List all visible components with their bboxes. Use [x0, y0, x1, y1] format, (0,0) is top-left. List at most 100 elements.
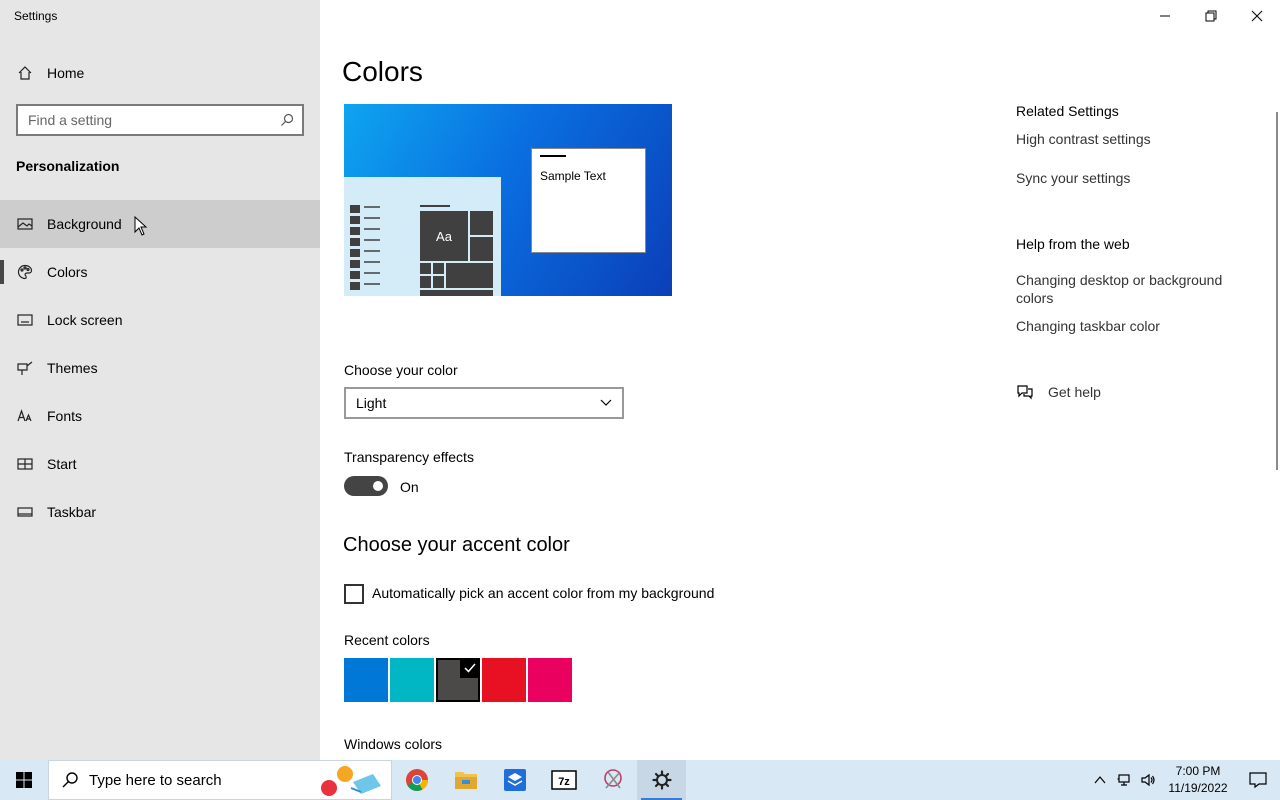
start-button[interactable] — [0, 760, 48, 800]
picture-icon — [16, 215, 34, 233]
get-help-link[interactable]: Get help — [1016, 383, 1101, 401]
toggle-knob — [373, 481, 383, 491]
network-icon — [1117, 774, 1130, 786]
color-swatch-teal[interactable] — [390, 658, 434, 702]
close-icon — [1251, 10, 1263, 22]
notification-icon — [1249, 772, 1267, 789]
transparency-label: Transparency effects — [344, 449, 474, 465]
sidebar-item-label: Background — [47, 216, 122, 232]
preview-tile — [433, 263, 444, 274]
settings-app[interactable] — [637, 760, 686, 800]
color-preview: Aa Sample Text — [344, 104, 672, 296]
choose-color-label: Choose your color — [344, 362, 458, 378]
speaker-icon — [1141, 773, 1155, 787]
preview-tile-text: Aa — [436, 228, 452, 244]
palette-icon — [16, 263, 34, 281]
snipping-tool-app[interactable] — [588, 760, 637, 800]
preview-tile — [420, 263, 431, 274]
preview-tile — [446, 263, 493, 288]
preview-tile — [433, 276, 444, 288]
7zip-icon: 7z — [550, 770, 577, 790]
windows-colors-label: Windows colors — [344, 736, 443, 752]
find-setting-input[interactable] — [18, 112, 268, 128]
sidebar-item-label: Start — [47, 456, 77, 472]
home-icon — [16, 64, 34, 82]
checkmark-icon — [460, 658, 480, 678]
taskbar-search-input[interactable] — [89, 771, 319, 789]
sidebar-item-colors[interactable]: Colors — [0, 248, 320, 296]
volume-button[interactable] — [1136, 760, 1160, 800]
clock-time: 7:00 PM — [1175, 764, 1221, 778]
sidebar-item-lock-screen[interactable]: Lock screen — [0, 296, 320, 344]
brush-icon — [16, 359, 34, 377]
high-contrast-link[interactable]: High contrast settings — [1016, 130, 1256, 148]
file-explorer-icon — [454, 772, 477, 789]
sidebar-item-taskbar[interactable]: Taskbar — [0, 488, 320, 536]
show-hidden-icons-button[interactable] — [1088, 760, 1112, 800]
search-icon — [62, 772, 78, 788]
minimize-button[interactable] — [1142, 0, 1188, 32]
window-controls — [1142, 0, 1280, 32]
get-help-label: Get help — [1048, 384, 1101, 400]
get-help-icon — [1017, 385, 1033, 400]
changing-background-colors-link[interactable]: Changing desktop or background colors — [1016, 271, 1256, 307]
clock[interactable]: 7:00 PM 11/19/2022 — [1160, 763, 1236, 797]
stack-app[interactable] — [490, 760, 539, 800]
lock-screen-icon — [16, 311, 34, 329]
colors-page: Colors Aa Sample Text Choose your color … — [320, 0, 1280, 760]
chevron-down-icon — [600, 399, 612, 406]
taskbar: 7z 7:00 PM 11/19/2022 — [0, 760, 1280, 800]
search-icon[interactable] — [280, 113, 294, 127]
preview-sample-window: Sample Text — [531, 148, 646, 253]
home-label: Home — [47, 65, 85, 81]
restore-button[interactable] — [1188, 0, 1234, 32]
sidebar-item-background[interactable]: Background — [0, 200, 320, 248]
preview-tile — [470, 237, 493, 261]
color-swatch-red[interactable] — [482, 658, 526, 702]
mouse-pointer-icon — [134, 216, 148, 236]
chrome-app[interactable] — [392, 760, 441, 800]
preview-title-bar — [540, 155, 566, 157]
action-center-button[interactable] — [1236, 760, 1280, 800]
font-icon — [16, 407, 34, 425]
transparency-toggle[interactable] — [344, 476, 388, 496]
restore-icon — [1205, 10, 1217, 22]
sidebar-item-label: Themes — [47, 360, 98, 376]
close-button[interactable] — [1234, 0, 1280, 32]
scrollbar[interactable] — [1276, 112, 1278, 470]
sidebar-item-label: Taskbar — [47, 504, 97, 520]
network-button[interactable] — [1112, 760, 1136, 800]
find-setting-search[interactable] — [16, 104, 304, 136]
sidebar-item-themes[interactable]: Themes — [0, 344, 320, 392]
changing-taskbar-color-link[interactable]: Changing taskbar color — [1016, 317, 1256, 335]
auto-accent-label[interactable]: Automatically pick an accent color from … — [372, 585, 714, 601]
color-swatch-gray-selected[interactable] — [436, 658, 480, 702]
home-nav-item[interactable]: Home — [0, 57, 320, 89]
settings-sidebar: Settings Home Personalization Background… — [0, 0, 320, 760]
preview-tile-large: Aa — [420, 211, 468, 261]
help-from-web-heading: Help from the web — [1016, 236, 1130, 252]
personalization-nav: Background Colors Lock screen Themes Fon… — [0, 200, 320, 536]
snipping-tool-icon — [603, 769, 622, 789]
file-explorer-app[interactable] — [441, 760, 490, 800]
clock-date: 11/19/2022 — [1168, 781, 1228, 795]
svg-text:7z: 7z — [558, 776, 570, 788]
choose-color-dropdown[interactable]: Light — [344, 387, 624, 419]
sidebar-item-label: Colors — [47, 264, 88, 280]
color-swatch-pink[interactable] — [528, 658, 572, 702]
window-title: Settings — [14, 9, 58, 23]
choose-color-value: Light — [356, 395, 387, 411]
settings-gear-icon — [651, 770, 672, 790]
7zip-app[interactable]: 7z — [539, 760, 588, 800]
taskbar-icon — [16, 503, 34, 521]
auto-accent-checkbox[interactable] — [344, 584, 364, 604]
sync-settings-link[interactable]: Sync your settings — [1016, 169, 1256, 187]
color-swatch-blue[interactable] — [344, 658, 388, 702]
sidebar-item-fonts[interactable]: Fonts — [0, 392, 320, 440]
transparency-state: On — [400, 479, 419, 495]
recent-colors-label: Recent colors — [344, 632, 430, 648]
sidebar-item-start[interactable]: Start — [0, 440, 320, 488]
taskbar-search[interactable] — [48, 760, 392, 800]
accent-color-heading: Choose your accent color — [343, 534, 570, 556]
minimize-icon — [1160, 15, 1170, 17]
